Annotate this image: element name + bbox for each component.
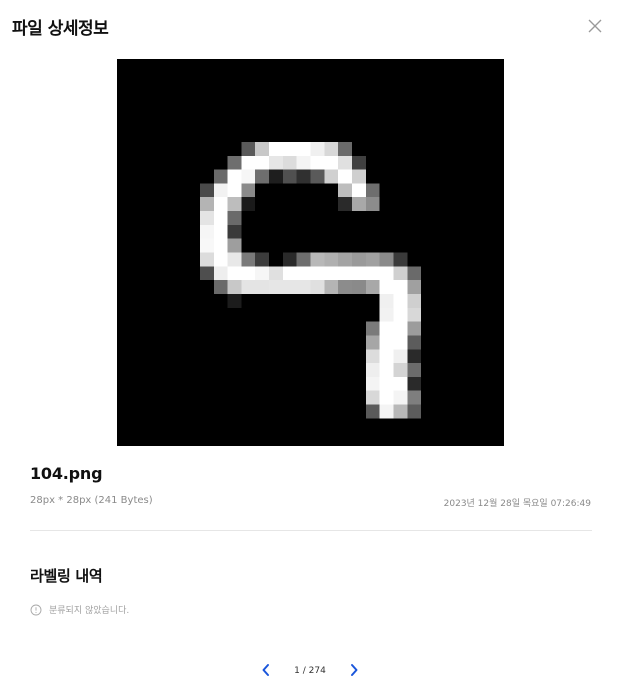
file-name: 104.png: [30, 464, 103, 483]
previous-page-button[interactable]: [258, 662, 274, 680]
close-icon[interactable]: [584, 15, 606, 37]
section-divider: [30, 530, 592, 531]
pagination: 1 / 274: [0, 662, 620, 680]
labeling-history-title: 라벨링 내역: [30, 567, 103, 585]
image-preview: [117, 59, 504, 446]
chevron-right-icon[interactable]: [349, 662, 359, 681]
file-timestamp: 2023년 12월 28일 목요일 07:26:49: [443, 499, 591, 509]
next-page-button[interactable]: [346, 662, 362, 680]
page-indicator: 1 / 274: [294, 666, 326, 676]
close-button[interactable]: [584, 15, 606, 37]
info-icon: [30, 604, 42, 616]
dialog-title: 파일 상세정보: [12, 19, 109, 39]
labeling-status: 분류되지 않았습니다.: [30, 603, 129, 616]
digit-image: [117, 59, 504, 446]
file-dimensions-size: 28px * 28px (241 Bytes): [30, 495, 153, 506]
labeling-status-text: 분류되지 않았습니다.: [49, 606, 130, 616]
chevron-left-icon[interactable]: [261, 662, 271, 681]
